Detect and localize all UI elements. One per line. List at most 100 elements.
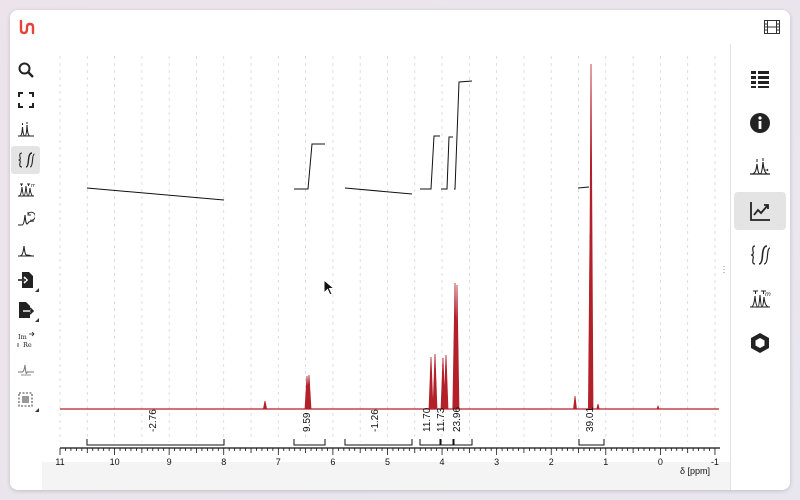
real-imaginary-tool[interactable]: Im Re [11, 326, 40, 354]
peak-picking-icon [17, 122, 34, 137]
film-icon[interactable] [764, 20, 780, 34]
spectra-panel-button[interactable] [734, 60, 786, 98]
axis-unit-label: δ [ppm] [679, 466, 710, 476]
integral-curve [344, 187, 413, 195]
zoom-tool[interactable] [11, 56, 40, 84]
export-tool[interactable] [11, 296, 40, 324]
integral-value-label: 11.70 [422, 407, 433, 432]
resize-handle[interactable]: · · · [721, 263, 727, 277]
svg-text:Im: Im [18, 333, 27, 341]
axis-tick-label: 0 [658, 457, 663, 467]
info-panel-button[interactable] [734, 104, 786, 142]
full-view-tool[interactable] [11, 86, 40, 114]
fullscreen-icon [17, 92, 34, 108]
spectrum-chart[interactable]: -2.76 9.59 -1.26 11.70 11.73 23.96 39.01 11 10 9… [42, 44, 730, 490]
info-icon [750, 113, 770, 133]
integral-value-label: -2.76 [148, 409, 159, 432]
integral-tool[interactable] [11, 146, 40, 174]
axis-tick-label: 3 [494, 457, 499, 467]
integral-range-bracket [440, 439, 454, 446]
spectrum-peak [573, 395, 577, 410]
integral-value-label: 9.59 [302, 412, 313, 432]
axis-tick-label: 7 [276, 457, 281, 467]
real-imaginary-icon: ImRe [17, 331, 35, 349]
integral-ranges: -2.76 9.59 -1.26 11.70 11.73 23.96 39.01 [86, 407, 605, 446]
title-bar [10, 10, 790, 44]
axis-tick-label: 5 [385, 457, 390, 467]
submenu-indicator [35, 318, 39, 322]
spectrum-peak [428, 356, 434, 410]
structure-icon [751, 333, 769, 353]
selection-icon [17, 392, 33, 407]
mouse-cursor [323, 279, 335, 296]
integral-range-bracket [293, 439, 326, 446]
integral-value-label: -1.26 [370, 409, 381, 432]
import-tool[interactable] [11, 266, 40, 294]
axis-tick-label: 1 [603, 457, 608, 467]
svg-text:m: m [31, 183, 35, 189]
zero-filling-tool[interactable] [11, 356, 40, 384]
spectrum-peak [263, 400, 267, 410]
chart-panel-button[interactable] [734, 192, 786, 230]
integral-value-label: 11.73 [436, 407, 447, 432]
integral-curve [577, 186, 590, 189]
structure-panel-button[interactable] [734, 324, 786, 362]
axis-tick-label: 8 [221, 457, 226, 467]
integral-range-bracket [86, 439, 225, 446]
left-toolbar: m Im Re [10, 44, 42, 490]
integral-icon [17, 152, 35, 168]
axis-tick-label: 9 [167, 457, 172, 467]
integral-range-bracket [344, 439, 413, 446]
axis-tick-label: 6 [330, 457, 335, 467]
grid-lines [59, 56, 716, 442]
app-logo-icon [19, 19, 35, 35]
integral-value-label: 39.01 [585, 407, 596, 432]
chart-icon [750, 202, 770, 221]
multiplet-icon: m [17, 183, 35, 197]
integral-curve [86, 187, 225, 201]
spectra-list-icon [751, 71, 769, 88]
import-icon [17, 272, 33, 288]
axis-tick-label: 10 [110, 457, 120, 467]
peaks-panel-button[interactable] [734, 148, 786, 186]
svg-text:m: m [765, 291, 771, 298]
baseline-tool[interactable] [11, 236, 40, 264]
multiplet-analysis-icon: m [750, 290, 771, 308]
integrals-icon [750, 245, 771, 265]
axis-tick-label: 2 [549, 457, 554, 467]
selection-tool[interactable] [11, 386, 40, 414]
integral-curves [86, 80, 590, 201]
peak-picking-tool[interactable] [11, 116, 40, 144]
export-icon [18, 302, 34, 318]
svg-text:Re: Re [23, 341, 32, 349]
spectrum-peak [656, 404, 660, 410]
spectrum-peak [596, 403, 600, 410]
baseline-icon [17, 245, 34, 257]
phase-correction-tool[interactable] [11, 206, 40, 234]
axis-tick-label: -1 [711, 457, 719, 467]
submenu-indicator [35, 408, 39, 412]
search-icon [18, 62, 34, 78]
integral-range-bracket [419, 439, 441, 446]
spectrum-peak [443, 354, 449, 410]
ppm-axis: 11 10 9 8 7 6 5 4 3 2 1 0 -1 [55, 447, 720, 467]
zero-filling-icon [17, 364, 34, 376]
peaks-icon [750, 158, 770, 175]
integral-range-bracket [578, 439, 605, 446]
integral-curve [294, 143, 325, 190]
multiplet-tool[interactable]: m [11, 176, 40, 204]
spectrum-trace [60, 63, 719, 410]
submenu-indicator [35, 288, 39, 292]
integral-curve [420, 135, 440, 190]
spectrum-viewer[interactable]: -2.76 9.59 -1.26 11.70 11.73 23.96 39.01 11 10 9… [42, 44, 730, 490]
integral-value-label: 23.96 [452, 407, 463, 432]
right-panel: m [731, 44, 790, 490]
axis-tick-label: 11 [55, 457, 64, 467]
spectrum-peak [432, 353, 438, 410]
multiplet-panel-button[interactable]: m [734, 280, 786, 318]
phase-correction-icon [17, 211, 35, 226]
integral-curve [441, 136, 453, 190]
integrals-panel-button[interactable] [734, 236, 786, 274]
app-window: m Im Re -2.76 9.59 -1.26 11.70 11.73 23.… [10, 10, 790, 490]
axis-tick-label: 4 [440, 457, 445, 467]
